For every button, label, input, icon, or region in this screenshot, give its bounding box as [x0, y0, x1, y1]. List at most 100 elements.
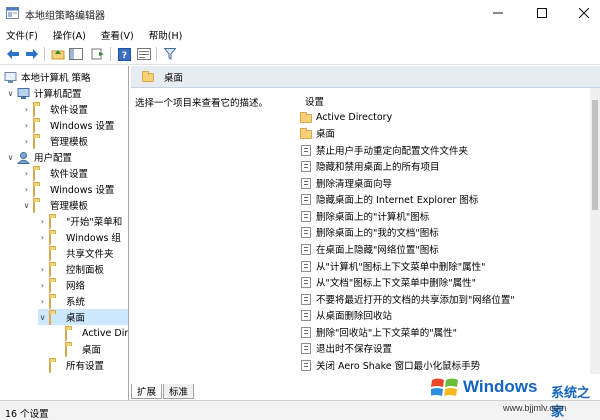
list-item-policy[interactable]: 禁止用户手动重定向配置文件文件夹	[300, 142, 468, 158]
tree-node-windows-components[interactable]: › Windows 组	[38, 229, 121, 245]
folder-icon	[33, 183, 46, 197]
expand-chevron-icon[interactable]: ∨	[22, 201, 31, 210]
close-button[interactable]	[564, 0, 600, 26]
list-item-policy[interactable]: 从桌面删除回收站	[300, 307, 392, 323]
settings-column-header[interactable]: 设置	[305, 94, 324, 108]
tree-node-system[interactable]: › 系统	[38, 293, 85, 309]
list-item-label: 隐藏和禁用桌面上的所有项目	[316, 162, 440, 173]
folder-icon	[33, 135, 46, 149]
list-item-policy[interactable]: 退出时不保存设置	[300, 340, 392, 356]
export-list-button[interactable]	[90, 46, 106, 62]
forward-button[interactable]	[24, 46, 40, 62]
tree-node-computer-config[interactable]: ∨ 计算机配置	[6, 85, 82, 101]
svg-text:?: ?	[121, 51, 126, 61]
show-hide-tree-button[interactable]	[68, 46, 84, 62]
tree-node-all-settings[interactable]: 所有设置	[47, 357, 104, 373]
expand-chevron-icon[interactable]: ∨	[6, 153, 15, 162]
list-item-policy[interactable]: 在桌面上隐藏"网络位置"图标	[300, 241, 439, 257]
settings-list: 设置 Active Directory 桌面 禁止用户手动重定向配置文件文件夹 …	[300, 92, 590, 374]
expand-chevron-icon[interactable]: ›	[22, 105, 31, 114]
expand-chevron-icon[interactable]: ∨	[6, 89, 15, 98]
tree-label: 软件设置	[50, 169, 89, 180]
computer-policy-icon	[4, 71, 17, 83]
expand-chevron-icon[interactable]: ›	[38, 217, 47, 226]
expand-chevron-icon[interactable]: ›	[22, 169, 31, 178]
tree-label: 桌面	[82, 345, 102, 356]
expand-chevron-icon[interactable]: ›	[22, 121, 31, 130]
list-item-policy[interactable]: 关闭 Aero Shake 窗口最小化鼠标手势	[300, 357, 480, 373]
policy-editor-app-icon	[6, 7, 19, 19]
policy-setting-icon	[300, 226, 312, 238]
list-item-policy[interactable]: 删除桌面上的"我的文档"图标	[300, 224, 439, 240]
expand-chevron-icon[interactable]: ∨	[38, 313, 47, 322]
tree-node-active-directory[interactable]: Active Dir	[63, 325, 128, 341]
expand-chevron-icon[interactable]: ›	[38, 281, 47, 290]
back-button[interactable]	[5, 46, 21, 62]
folder-icon	[65, 327, 78, 341]
expand-chevron-icon[interactable]: ›	[38, 233, 47, 242]
up-level-button[interactable]	[50, 46, 66, 62]
menu-help[interactable]: 帮助(H)	[141, 26, 190, 43]
toolbar-separator	[44, 47, 45, 61]
filter-button[interactable]	[162, 46, 178, 62]
list-item-policy[interactable]: 删除"回收站"上下文菜单的"属性"	[300, 324, 457, 340]
tree-node-desktop-sub[interactable]: 桌面	[63, 341, 101, 357]
tree-node-start-menu[interactable]: › "开始"菜单和	[38, 213, 122, 229]
tree-node-uc-admin[interactable]: ∨ 管理模板	[22, 197, 88, 213]
list-item-policy[interactable]: 不要将最近打开的文档的共享添加到"网络位置"	[300, 291, 515, 307]
properties-button[interactable]	[136, 46, 152, 62]
minimize-button[interactable]	[478, 0, 518, 26]
tree-label: Windows 组	[66, 233, 121, 244]
list-item-policy[interactable]: 从"文档"图标上下文菜单中删除"属性"	[300, 274, 476, 290]
computer-icon	[17, 87, 30, 99]
tree-node-root[interactable]: 本地计算机 策略	[4, 69, 91, 85]
tree-label: "开始"菜单和	[66, 217, 123, 228]
expand-chevron-icon[interactable]: ›	[22, 137, 31, 146]
list-item-policy[interactable]: 删除桌面上的"计算机"图标	[300, 208, 429, 224]
tree-node-cc-windows[interactable]: › Windows 设置	[22, 117, 114, 133]
list-item-folder[interactable]: Active Directory	[300, 109, 392, 125]
expand-chevron-icon[interactable]: ›	[22, 185, 31, 194]
tree-label: 控制面板	[66, 265, 105, 276]
watermark: Windows 系统之家 www.bjjmlv.com	[425, 373, 600, 420]
watermark-url: www.bjjmlv.com	[503, 403, 567, 413]
policy-setting-icon	[300, 144, 312, 156]
folder-icon	[49, 263, 62, 277]
maximize-button[interactable]	[522, 0, 562, 26]
properties-icon	[137, 48, 151, 60]
scrollbar-thumb[interactable]	[592, 100, 598, 210]
list-item-policy[interactable]: 隐藏桌面上的 Internet Explorer 图标	[300, 191, 478, 207]
menu-view[interactable]: 查看(V)	[93, 26, 141, 43]
list-item-policy[interactable]: 删除清理桌面向导	[300, 175, 392, 191]
folder-icon	[33, 103, 46, 117]
tree-node-uc-software[interactable]: › 软件设置	[22, 165, 88, 181]
settings-scrollbar[interactable]	[590, 88, 600, 374]
tree-label: 软件设置	[50, 105, 89, 116]
list-item-label: 从"计算机"图标上下文菜单中删除"属性"	[316, 262, 486, 273]
folder-icon	[49, 215, 62, 229]
tree-node-user-config[interactable]: ∨ 用户配置	[6, 149, 72, 165]
list-item-folder[interactable]: 桌面	[300, 125, 335, 141]
list-item-label: 隐藏桌面上的 Internet Explorer 图标	[316, 195, 479, 206]
help-button[interactable]: ?	[116, 46, 132, 62]
list-item-label: 退出时不保存设置	[316, 344, 393, 355]
list-item-policy[interactable]: 从"计算机"图标上下文菜单中删除"属性"	[300, 258, 485, 274]
toolbar-separator	[156, 47, 157, 61]
expand-chevron-icon[interactable]: ›	[38, 265, 47, 274]
tree-node-shared-folders[interactable]: 共享文件夹	[38, 245, 114, 261]
tree-node-cc-admin[interactable]: › 管理模板	[22, 133, 88, 149]
tree-node-desktop[interactable]: ∨ 桌面	[38, 309, 128, 325]
list-item-policy[interactable]: 隐藏和禁用桌面上的所有项目	[300, 158, 440, 174]
tree-node-cc-software[interactable]: › 软件设置	[22, 101, 88, 117]
tree-node-network[interactable]: › 网络	[38, 277, 85, 293]
menu-file[interactable]: 文件(F)	[0, 26, 45, 43]
folder-icon	[300, 111, 312, 123]
folder-icon	[49, 247, 62, 261]
tab-extended[interactable]: 扩展	[131, 384, 163, 399]
expand-chevron-icon[interactable]: ›	[38, 297, 47, 306]
folder-icon	[33, 167, 46, 181]
tree-node-uc-windows[interactable]: › Windows 设置	[22, 181, 114, 197]
tree-node-control-panel[interactable]: › 控制面板	[38, 261, 104, 277]
menu-action[interactable]: 操作(A)	[45, 26, 93, 43]
tab-standard[interactable]: 标准	[163, 384, 195, 399]
